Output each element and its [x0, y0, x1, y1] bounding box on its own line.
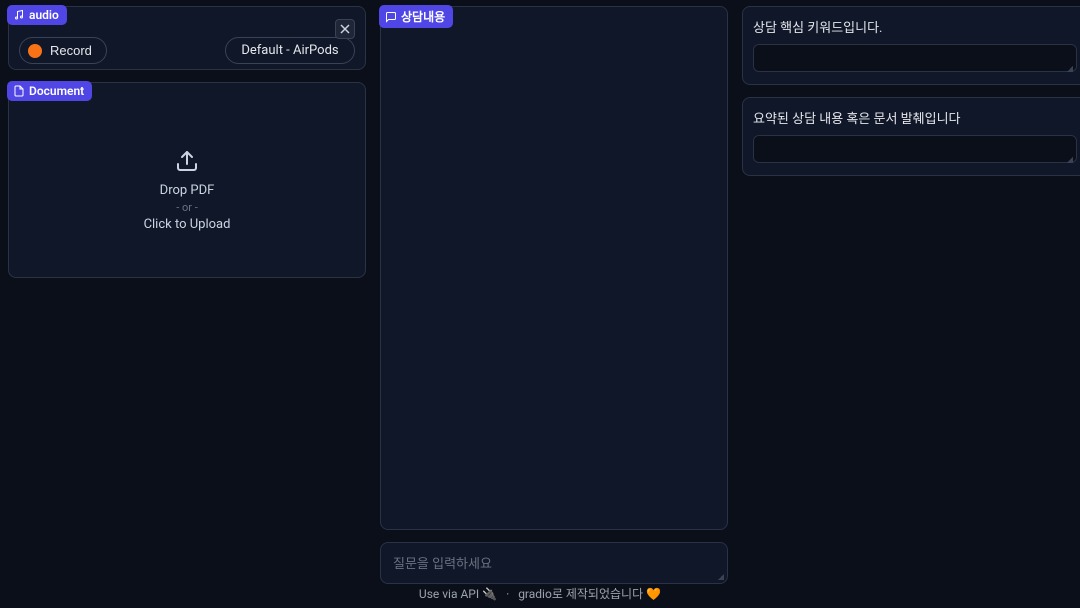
summary-textarea[interactable]	[753, 135, 1077, 163]
gradio-emoji-icon: 🧡	[646, 587, 661, 601]
record-button[interactable]: Record	[19, 37, 107, 64]
audio-pill: audio	[7, 5, 67, 25]
device-selected-label: Default - AirPods	[241, 43, 338, 58]
device-select[interactable]: Default - AirPods	[225, 37, 355, 64]
summary-block: 요약된 상담 내용 혹은 문서 발췌입니다	[742, 97, 1080, 176]
center-column: 상담내용	[380, 6, 728, 608]
summary-label: 요약된 상담 내용 혹은 문서 발췌입니다	[753, 108, 1077, 127]
right-column: 상담 핵심 키워드입니다. 요약된 상담 내용 혹은 문서 발췌입니다	[742, 6, 1080, 608]
dropzone-line1: Drop PDF	[160, 183, 215, 198]
chat-panel: 상담내용	[380, 6, 728, 530]
upload-icon	[175, 149, 199, 173]
dropzone-or: - or -	[176, 201, 198, 214]
document-pill: Document	[7, 81, 92, 101]
chat-pill-label: 상담내용	[401, 8, 445, 25]
api-link[interactable]: Use via API 🔌	[419, 587, 500, 601]
api-link-text: Use via API	[419, 587, 479, 601]
chat-input-container	[380, 542, 728, 584]
document-panel: Document Drop PDF - or - Click to Upload	[8, 82, 366, 278]
document-pill-label: Document	[29, 84, 84, 98]
keywords-textarea[interactable]	[753, 44, 1077, 72]
record-label: Record	[50, 43, 92, 58]
music-note-icon	[13, 9, 25, 21]
chat-pill: 상담내용	[379, 5, 453, 28]
audio-panel: audio Record Default - AirPods	[8, 6, 366, 70]
close-audio-button[interactable]	[335, 19, 355, 39]
file-icon	[13, 85, 25, 97]
left-column: audio Record Default - AirPods Document	[8, 6, 366, 608]
record-dot-icon	[28, 44, 42, 58]
gradio-link-text: gradio로 제작되었습니다	[518, 587, 643, 601]
plug-icon: 🔌	[482, 587, 497, 601]
footer: Use via API 🔌 · gradio로 제작되었습니다 🧡	[0, 585, 1080, 602]
gradio-link[interactable]: gradio로 제작되었습니다 🧡	[518, 587, 661, 601]
keywords-block: 상담 핵심 키워드입니다.	[742, 6, 1080, 85]
resize-handle-icon[interactable]	[1066, 65, 1074, 73]
close-icon	[340, 24, 350, 34]
audio-pill-label: audio	[29, 8, 59, 22]
upload-dropzone[interactable]: Drop PDF - or - Click to Upload	[19, 113, 355, 267]
chat-input[interactable]	[387, 545, 721, 577]
resize-handle-icon[interactable]	[1066, 156, 1074, 164]
keywords-label: 상담 핵심 키워드입니다.	[753, 17, 1077, 36]
resize-handle-icon[interactable]	[717, 573, 725, 581]
dropzone-line2: Click to Upload	[144, 217, 231, 232]
chat-icon	[385, 11, 397, 23]
footer-separator: ·	[506, 587, 509, 601]
